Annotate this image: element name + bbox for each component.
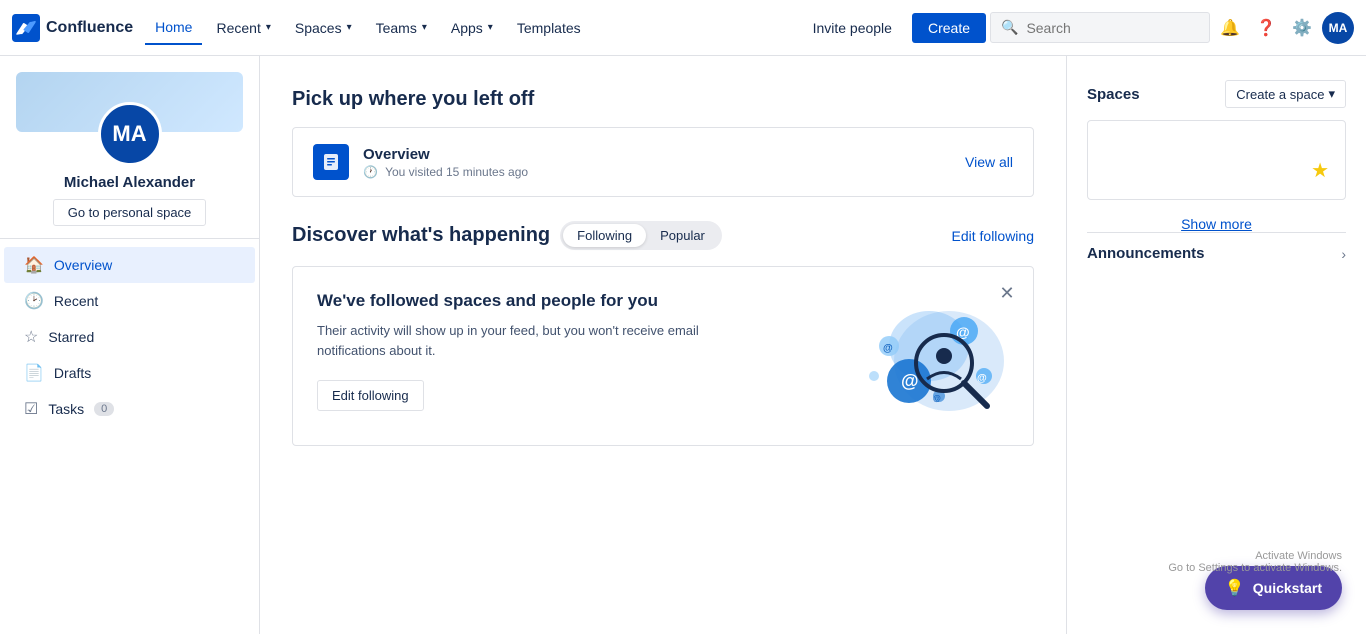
sidebar-item-starred-label: Starred [48, 329, 94, 345]
doc-icon [313, 144, 349, 180]
nav-recent[interactable]: Recent ▾ [206, 12, 280, 44]
starred-space-icon: ★ [1311, 158, 1329, 183]
overview-doc-title: Overview [363, 146, 528, 163]
sidebar: MA Michael Alexander Go to personal spac… [0, 56, 260, 634]
nav-home[interactable]: Home [145, 11, 202, 45]
sidebar-item-drafts-label: Drafts [54, 365, 91, 381]
view-all-link[interactable]: View all [965, 154, 1013, 170]
clock-icon: 🕐 [363, 165, 378, 179]
followed-card-left: We've followed spaces and people for you… [317, 291, 717, 411]
sidebar-item-tasks[interactable]: ☑ Tasks 0 [4, 391, 255, 427]
sidebar-item-recent-label: Recent [54, 293, 98, 309]
edit-following-button[interactable]: Edit following [317, 380, 424, 411]
pick-up-title: Pick up where you left off [292, 88, 1034, 111]
create-space-label: Create a space [1236, 87, 1324, 102]
spaces-content: ★ [1087, 120, 1346, 200]
nav-spaces[interactable]: Spaces ▾ [285, 12, 362, 44]
pick-up-meta: 🕐 You visited 15 minutes ago [363, 165, 528, 179]
go-to-personal-space-button[interactable]: Go to personal space [53, 199, 207, 226]
svg-text:@: @ [901, 371, 919, 391]
invite-people-button[interactable]: Invite people [797, 13, 908, 43]
page-layout: MA Michael Alexander Go to personal spac… [0, 56, 1366, 634]
right-panel: Spaces Create a space ▾ ★ Show more Anno… [1066, 56, 1366, 634]
help-button[interactable]: ❓ [1250, 12, 1282, 44]
tab-popular[interactable]: Popular [646, 224, 719, 247]
user-avatar[interactable]: MA [1322, 12, 1354, 44]
navbar: Confluence Home Recent ▾ Spaces ▾ Teams … [0, 0, 1366, 56]
search-icon: 🔍 [1001, 19, 1018, 36]
sidebar-item-overview[interactable]: 🏠 Overview [4, 247, 255, 283]
pick-up-time: You visited 15 minutes ago [385, 165, 528, 179]
sidebar-item-tasks-label: Tasks [48, 401, 84, 417]
create-space-button[interactable]: Create a space ▾ [1225, 80, 1346, 108]
drafts-icon: 📄 [24, 363, 44, 383]
tasks-icon: ☑ [24, 399, 38, 419]
show-more-link[interactable]: Show more [1087, 216, 1346, 232]
sidebar-item-starred[interactable]: ☆ Starred [4, 319, 255, 355]
profile-avatar: MA [98, 102, 162, 166]
sidebar-item-overview-label: Overview [54, 257, 112, 273]
tab-group: Following Popular [560, 221, 722, 250]
sidebar-profile: MA Michael Alexander Go to personal spac… [0, 56, 259, 239]
profile-name: Michael Alexander [64, 174, 195, 191]
sidebar-nav: 🏠 Overview 🕑 Recent ☆ Starred 📄 Drafts ☑… [0, 239, 259, 435]
discover-title: Discover what's happening [292, 224, 550, 247]
notifications-button[interactable]: 🔔 [1214, 12, 1246, 44]
announcements-chevron-icon: › [1341, 246, 1346, 262]
recent-chevron-icon: ▾ [266, 22, 271, 33]
settings-button[interactable]: ⚙️ [1286, 12, 1318, 44]
spaces-chevron-icon: ▾ [347, 22, 352, 33]
star-icon: ☆ [24, 327, 38, 347]
announcements-header[interactable]: Announcements › [1087, 232, 1346, 274]
tasks-badge: 0 [94, 402, 114, 416]
followed-card-title: We've followed spaces and people for you [317, 291, 717, 311]
pick-up-card: Overview 🕐 You visited 15 minutes ago Vi… [292, 127, 1034, 197]
logo[interactable]: Confluence [12, 14, 133, 42]
recent-icon: 🕑 [24, 291, 44, 311]
pick-up-left: Overview 🕐 You visited 15 minutes ago [313, 144, 528, 180]
apps-chevron-icon: ▾ [488, 22, 493, 33]
search-bar[interactable]: 🔍 [990, 12, 1210, 43]
nav-templates[interactable]: Templates [507, 12, 591, 44]
pick-up-info: Overview 🕐 You visited 15 minutes ago [363, 146, 528, 179]
svg-text:@: @ [933, 394, 941, 403]
followed-illustration: @ @ @ @ @ [829, 291, 1009, 421]
tab-following[interactable]: Following [563, 224, 646, 247]
sidebar-item-drafts[interactable]: 📄 Drafts [4, 355, 255, 391]
edit-following-link[interactable]: Edit following [952, 228, 1035, 244]
doc-svg [321, 152, 341, 172]
quickstart-label: Quickstart [1253, 580, 1322, 596]
search-input[interactable] [1026, 20, 1199, 36]
create-space-chevron-icon: ▾ [1328, 86, 1335, 102]
confluence-logo-icon [12, 14, 40, 42]
followed-card: We've followed spaces and people for you… [292, 266, 1034, 446]
discover-header: Discover what's happening Following Popu… [292, 221, 1034, 250]
spaces-header: Spaces Create a space ▾ [1087, 80, 1346, 108]
quickstart-button[interactable]: 💡 Quickstart [1205, 566, 1342, 610]
svg-text:@: @ [977, 373, 987, 384]
announcements-title: Announcements [1087, 245, 1205, 262]
close-button[interactable]: ✕ [993, 279, 1021, 307]
logo-text: Confluence [46, 19, 133, 37]
teams-chevron-icon: ▾ [422, 22, 427, 33]
followed-card-desc: Their activity will show up in your feed… [317, 321, 717, 360]
home-icon: 🏠 [24, 255, 44, 275]
main-content: Pick up where you left off Overview 🕐 Yo [260, 56, 1066, 634]
spaces-title: Spaces [1087, 86, 1140, 103]
quickstart-bulb-icon: 💡 [1225, 578, 1245, 598]
svg-text:@: @ [883, 343, 893, 354]
nav-apps[interactable]: Apps ▾ [441, 12, 503, 44]
create-button[interactable]: Create [912, 13, 986, 43]
sidebar-item-recent[interactable]: 🕑 Recent [4, 283, 255, 319]
nav-teams[interactable]: Teams ▾ [366, 12, 437, 44]
